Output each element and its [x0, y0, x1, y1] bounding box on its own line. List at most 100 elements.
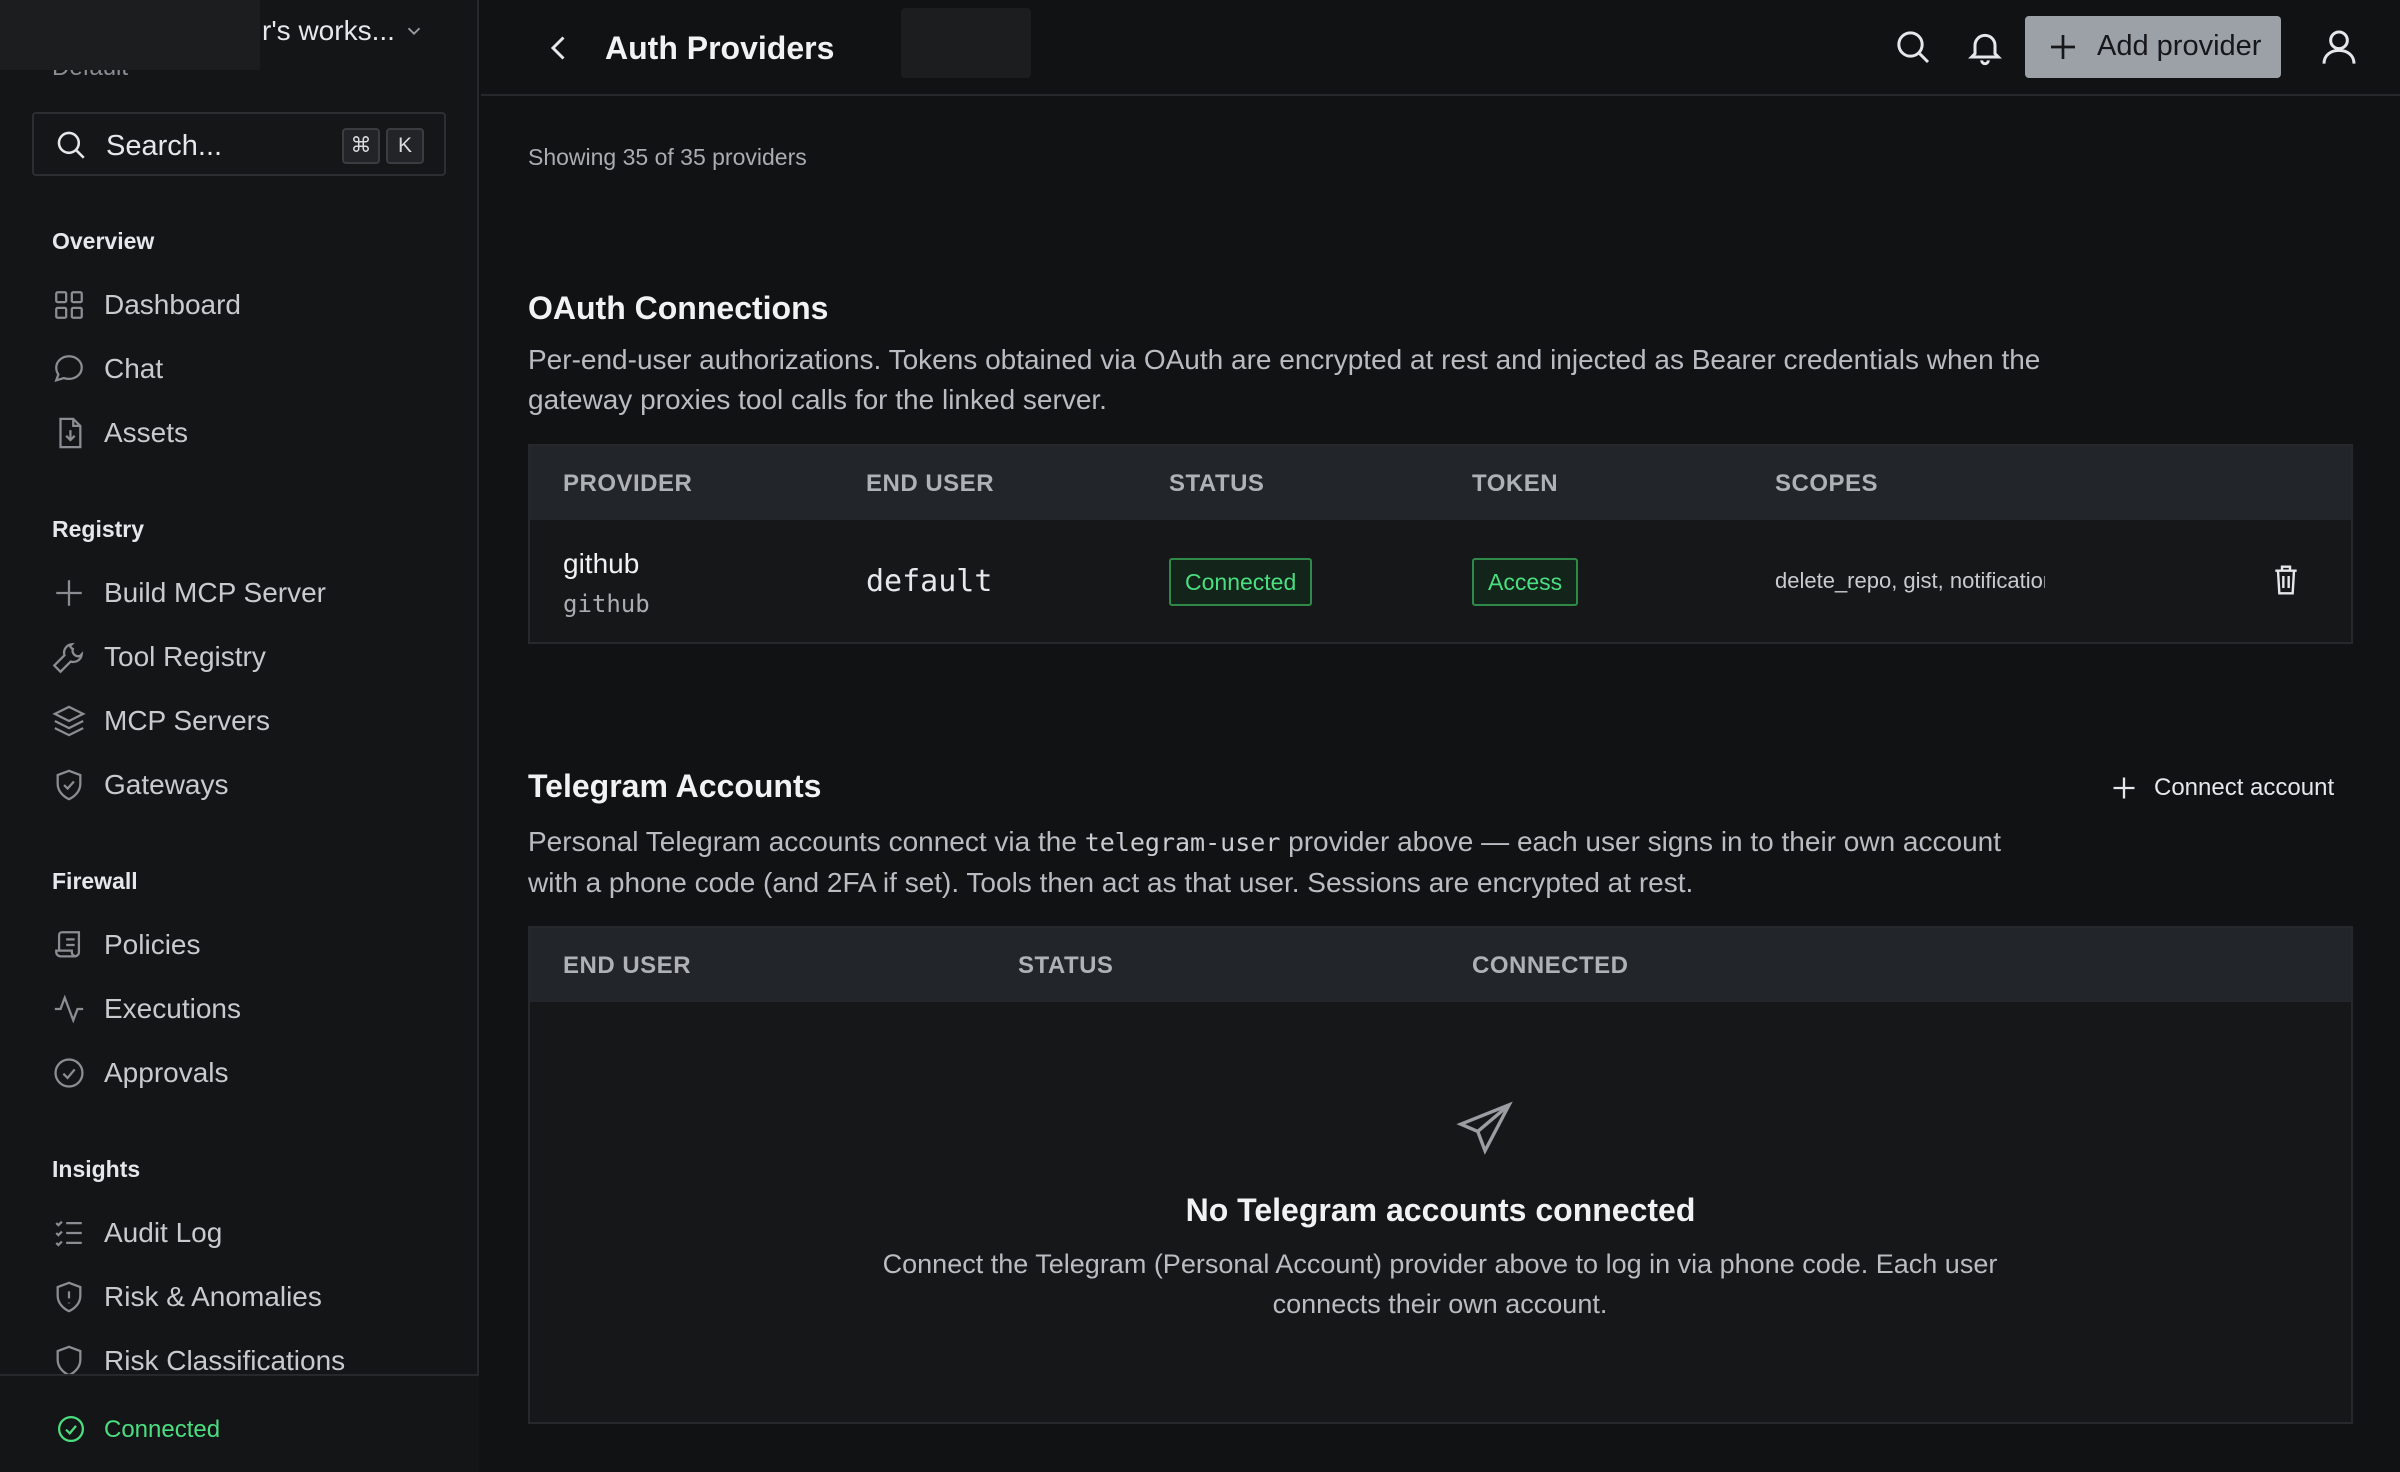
check-circle-icon — [54, 1058, 84, 1088]
nav-section-firewall: Firewall — [52, 868, 138, 894]
sidebar-item-tool-registry[interactable]: Tool Registry — [52, 632, 452, 680]
sidebar-item-label: Gateways — [104, 769, 229, 800]
connect-account-label: Connect account — [2154, 774, 2335, 801]
sidebar-item-chat[interactable]: Chat — [52, 344, 452, 392]
provider-name: github — [563, 548, 640, 579]
bell-icon[interactable] — [1965, 27, 2005, 67]
column-header-scopes: SCOPES — [1775, 470, 1879, 497]
workspace-switcher[interactable]: Default r's works... — [0, 0, 479, 81]
provider-id: github — [563, 590, 650, 618]
token-badge: Access — [1472, 558, 1579, 606]
grid-icon — [55, 291, 83, 319]
empty-state-title: No Telegram accounts connected — [1185, 1192, 1696, 1228]
telegram-accounts-table: END USER STATUS CONNECTED No Telegram ac… — [528, 926, 2353, 1424]
column-header-token: TOKEN — [1472, 470, 1559, 497]
table-header: END USER STATUS CONNECTED — [530, 928, 2351, 1002]
oauth-section-description: Per-end-user authorizations. Tokens obta… — [528, 344, 2041, 415]
page-title: Auth Providers — [605, 30, 835, 66]
sidebar-item-label: Assets — [104, 417, 189, 448]
empty-state-description: Connect the Telegram (Personal Account) … — [882, 1249, 1998, 1319]
sidebar-item-label: Risk Classifications — [104, 1345, 346, 1376]
sidebar-item-label: Risk & Anomalies — [104, 1281, 322, 1312]
add-provider-label: Add provider — [2097, 30, 2262, 62]
column-header-status: STATUS — [1169, 470, 1265, 497]
activity-icon — [54, 994, 84, 1024]
sidebar: Default r's works... Search... ⌘ K Overv… — [0, 0, 479, 1472]
connection-status: Connected — [0, 1374, 479, 1472]
workspace-avatar-redacted — [0, 0, 260, 70]
file-download-icon — [59, 417, 82, 449]
sidebar-item-audit-log[interactable]: Audit Log — [52, 1208, 452, 1256]
sidebar-item-assets[interactable]: Assets — [52, 408, 452, 456]
main-content: Showing 35 of 35 providers OAuth Connect… — [481, 98, 2400, 1472]
sidebar-item-dashboard[interactable]: Dashboard — [52, 280, 452, 328]
search-input[interactable]: Search... ⌘ K — [32, 112, 446, 176]
add-provider-button[interactable]: Add provider — [2025, 16, 2281, 78]
end-user: default — [866, 564, 993, 599]
paper-plane-icon — [1456, 1101, 1513, 1155]
trash-icon[interactable] — [2272, 564, 2300, 596]
table-row[interactable]: github github default Connected Access d… — [530, 520, 2351, 644]
search-icon — [57, 131, 85, 159]
sidebar-item-label: Chat — [104, 353, 164, 384]
sidebar-item-label: Dashboard — [104, 289, 241, 320]
sidebar-item-approvals[interactable]: Approvals — [52, 1048, 452, 1096]
column-header-connected: CONNECTED — [1472, 952, 1629, 979]
telegram-provider-code: telegram-user — [1084, 828, 1281, 857]
sidebar-item-risk-anomalies[interactable]: Risk & Anomalies — [52, 1272, 452, 1320]
sidebar-item-gateways[interactable]: Gateways — [52, 760, 452, 808]
back-arrow-icon[interactable] — [541, 28, 577, 68]
wrench-icon — [52, 642, 84, 674]
check-circle-icon — [58, 1416, 84, 1442]
search-placeholder: Search... — [106, 130, 223, 162]
empty-state: No Telegram accounts connected Connect t… — [530, 1002, 2351, 1424]
nav-section-overview: Overview — [52, 228, 155, 254]
shield-alert-icon — [56, 1281, 82, 1313]
user-icon[interactable] — [2319, 27, 2359, 67]
telegram-section-title: Telegram Accounts — [528, 768, 822, 804]
sidebar-item-label: Audit Log — [104, 1217, 223, 1248]
redacted-block — [901, 8, 1031, 78]
nav-section-insights: Insights — [52, 1156, 141, 1182]
sidebar-item-build-mcp-server[interactable]: Build MCP Server — [52, 568, 452, 616]
shield-icon — [56, 1345, 82, 1377]
sidebar-item-label: MCP Servers — [104, 705, 270, 736]
layers-icon — [52, 705, 86, 737]
results-count: Showing 35 of 35 providers — [528, 144, 807, 170]
chevron-down-icon — [407, 27, 421, 36]
sidebar-item-label: Build MCP Server — [104, 577, 327, 608]
oauth-section-title: OAuth Connections — [528, 290, 829, 326]
shield-check-icon — [56, 769, 82, 801]
plus-icon — [2113, 777, 2135, 799]
sidebar-item-label: Executions — [104, 993, 241, 1024]
status-badge: Connected — [1169, 558, 1313, 606]
shortcut-cmd-key: ⌘ — [342, 128, 380, 164]
sidebar-item-executions[interactable]: Executions — [52, 984, 452, 1032]
sidebar-item-policies[interactable]: Policies — [52, 920, 452, 968]
column-header-provider: PROVIDER — [563, 470, 693, 497]
plus-icon — [2051, 35, 2075, 59]
list-checks-icon — [55, 1220, 82, 1247]
telegram-section-description: Personal Telegram accounts connect via t… — [528, 822, 2058, 903]
plus-icon — [56, 580, 82, 606]
scroll-icon — [55, 931, 81, 958]
sidebar-item-mcp-servers[interactable]: MCP Servers — [52, 696, 452, 744]
column-header-status: STATUS — [1018, 952, 1114, 979]
sidebar-item-label: Tool Registry — [104, 641, 266, 672]
shortcut-k-key: K — [386, 128, 424, 164]
table-header: PROVIDER END USER STATUS TOKEN SCOPES — [530, 446, 2351, 520]
connect-account-button[interactable]: Connect account — [2110, 768, 2340, 808]
scopes: delete_repo, gist, notifications — [1775, 568, 2045, 593]
connection-status-label: Connected — [104, 1416, 221, 1443]
search-icon[interactable] — [1893, 27, 1933, 67]
column-header-end-user: END USER — [563, 952, 692, 979]
column-header-end-user: END USER — [866, 470, 995, 497]
sidebar-item-label: Policies — [104, 929, 201, 960]
workspace-name: r's works... — [262, 15, 395, 46]
chat-bubble-icon — [54, 355, 83, 383]
oauth-connections-table: PROVIDER END USER STATUS TOKEN SCOPES gi… — [528, 444, 2353, 644]
top-bar: Auth Providers Add provider — [481, 0, 2400, 96]
nav-section-registry: Registry — [52, 516, 145, 542]
sidebar-item-label: Approvals — [104, 1057, 229, 1088]
telegram-description-pre: Personal Telegram accounts connect via t… — [528, 826, 1085, 857]
